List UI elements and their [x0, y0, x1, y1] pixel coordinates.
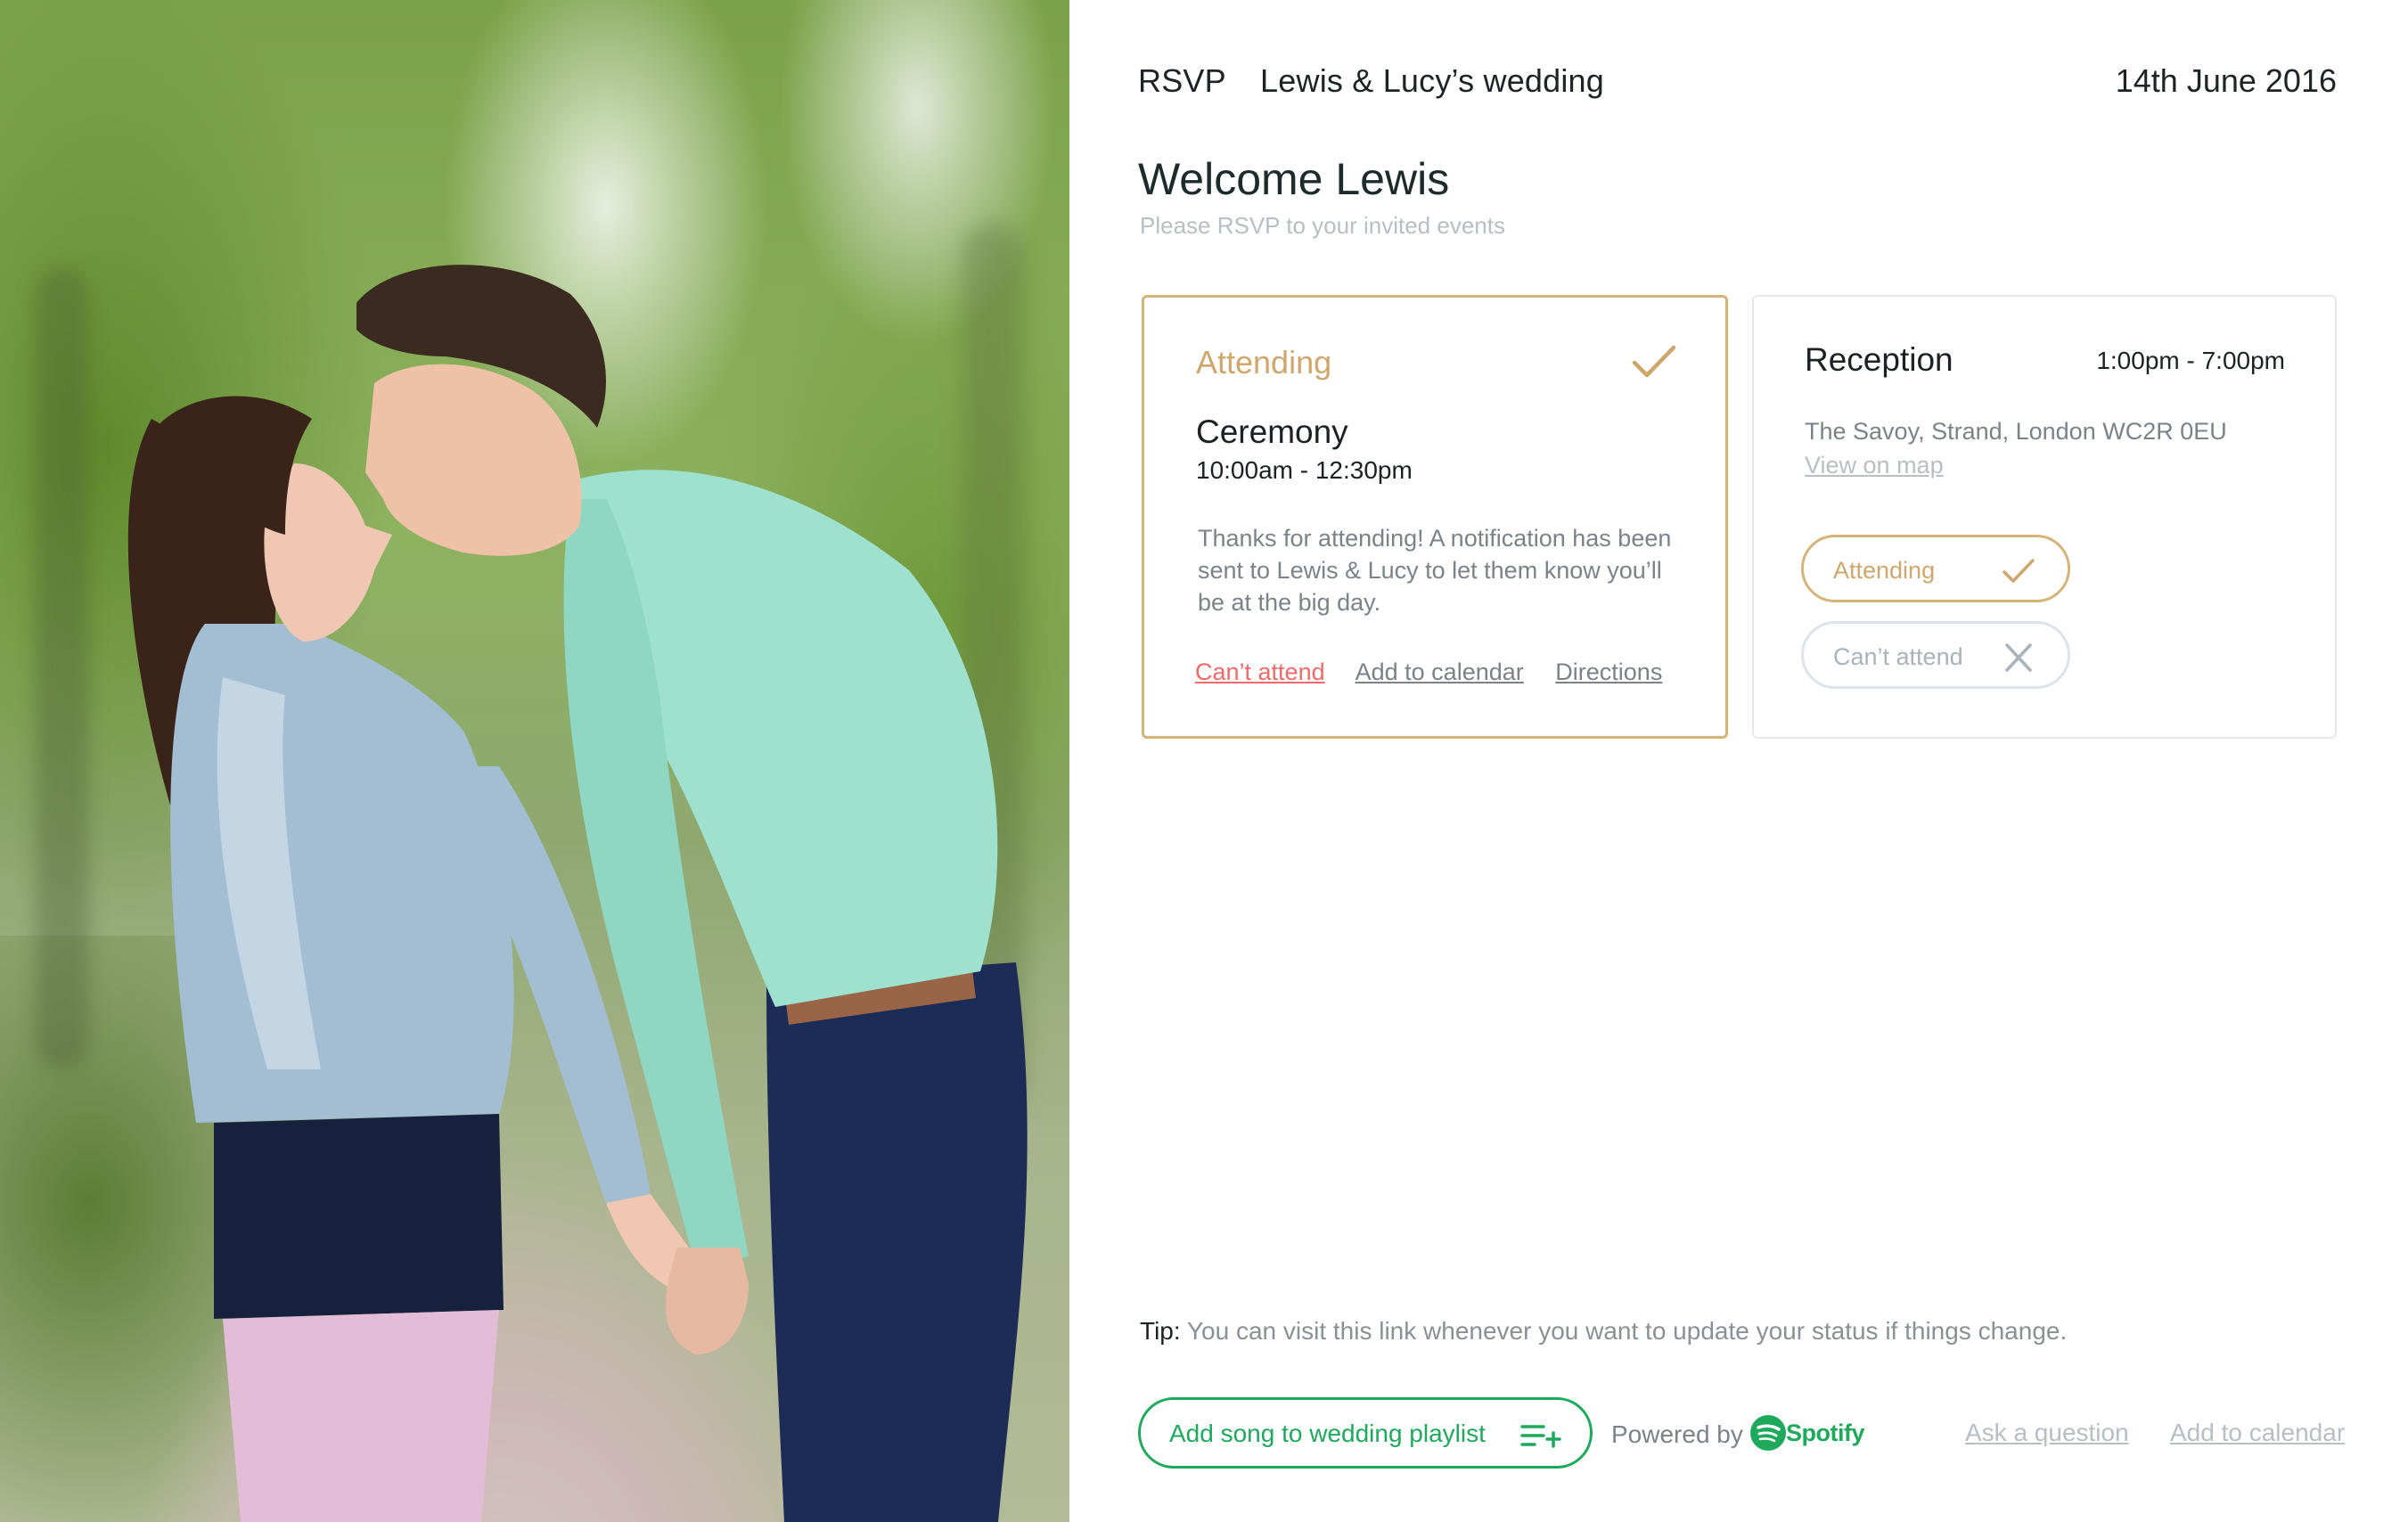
add-song-to-playlist-button[interactable]: Add song to wedding playlist [1138, 1397, 1593, 1469]
check-icon [2003, 559, 2035, 583]
view-on-map-link[interactable]: View on map [1805, 452, 1944, 479]
cant-attend-button[interactable]: Can’t attend [1801, 621, 2070, 689]
close-icon [2005, 643, 2032, 672]
footer-add-to-calendar-link[interactable]: Add to calendar [2170, 1419, 2345, 1447]
add-to-calendar-link[interactable]: Add to calendar [1356, 659, 1524, 685]
attending-confirmation-message: Thanks for attending! A notification has… [1198, 525, 1672, 616]
couple-photo [0, 0, 1069, 1522]
directions-link[interactable]: Directions [1555, 659, 1662, 685]
welcome-subtitle: Please RSVP to your invited events [1140, 212, 1505, 239]
cant-attend-button-label: Can’t attend [1833, 643, 1963, 670]
playlist-add-icon [1520, 1425, 1561, 1448]
reception-address: The Savoy, Strand, London WC2R 0EU [1805, 418, 2227, 445]
ceremony-title: Ceremony [1196, 413, 1348, 450]
reception-title: Reception [1805, 341, 1953, 378]
reception-card: Reception 1:00pm - 7:00pm The Savoy, Str… [1752, 295, 2337, 739]
header-title: RSVP Lewis & Lucy’s wedding [1138, 62, 1604, 100]
ask-a-question-link[interactable]: Ask a question [1965, 1419, 2129, 1447]
rsvp-label: RSVP [1138, 62, 1226, 99]
welcome-title: Welcome Lewis [1138, 154, 1450, 204]
tip-label: Tip: [1140, 1317, 1181, 1345]
attending-button[interactable]: Attending [1801, 535, 2070, 602]
attending-button-label: Attending [1833, 557, 1936, 584]
ceremony-time: 10:00am - 12:30pm [1196, 456, 1413, 484]
ceremony-actions: Can’t attend Add to calendar Directions [1195, 659, 1687, 686]
playlist-button-label: Add song to wedding playlist [1169, 1420, 1486, 1447]
tip-body: You can visit this link whenever you wan… [1186, 1317, 2068, 1345]
tip-text: Tip: You can visit this link whenever yo… [1140, 1317, 2067, 1346]
spotify-logo [1750, 1415, 1786, 1451]
check-icon [1632, 345, 1676, 378]
reception-time: 1:00pm - 7:00pm [2096, 347, 2285, 374]
attending-status: Attending [1196, 344, 1332, 380]
powered-by-label: Powered by [1611, 1420, 1743, 1448]
cant-attend-link[interactable]: Can’t attend [1195, 659, 1325, 685]
event-title: Lewis & Lucy’s wedding [1260, 62, 1604, 99]
spotify-wordmark: Spotify [1786, 1420, 1865, 1446]
event-date: 14th June 2016 [2115, 62, 2337, 99]
ceremony-card: Attending Ceremony 10:00am - 12:30pm Tha… [1142, 295, 1728, 739]
